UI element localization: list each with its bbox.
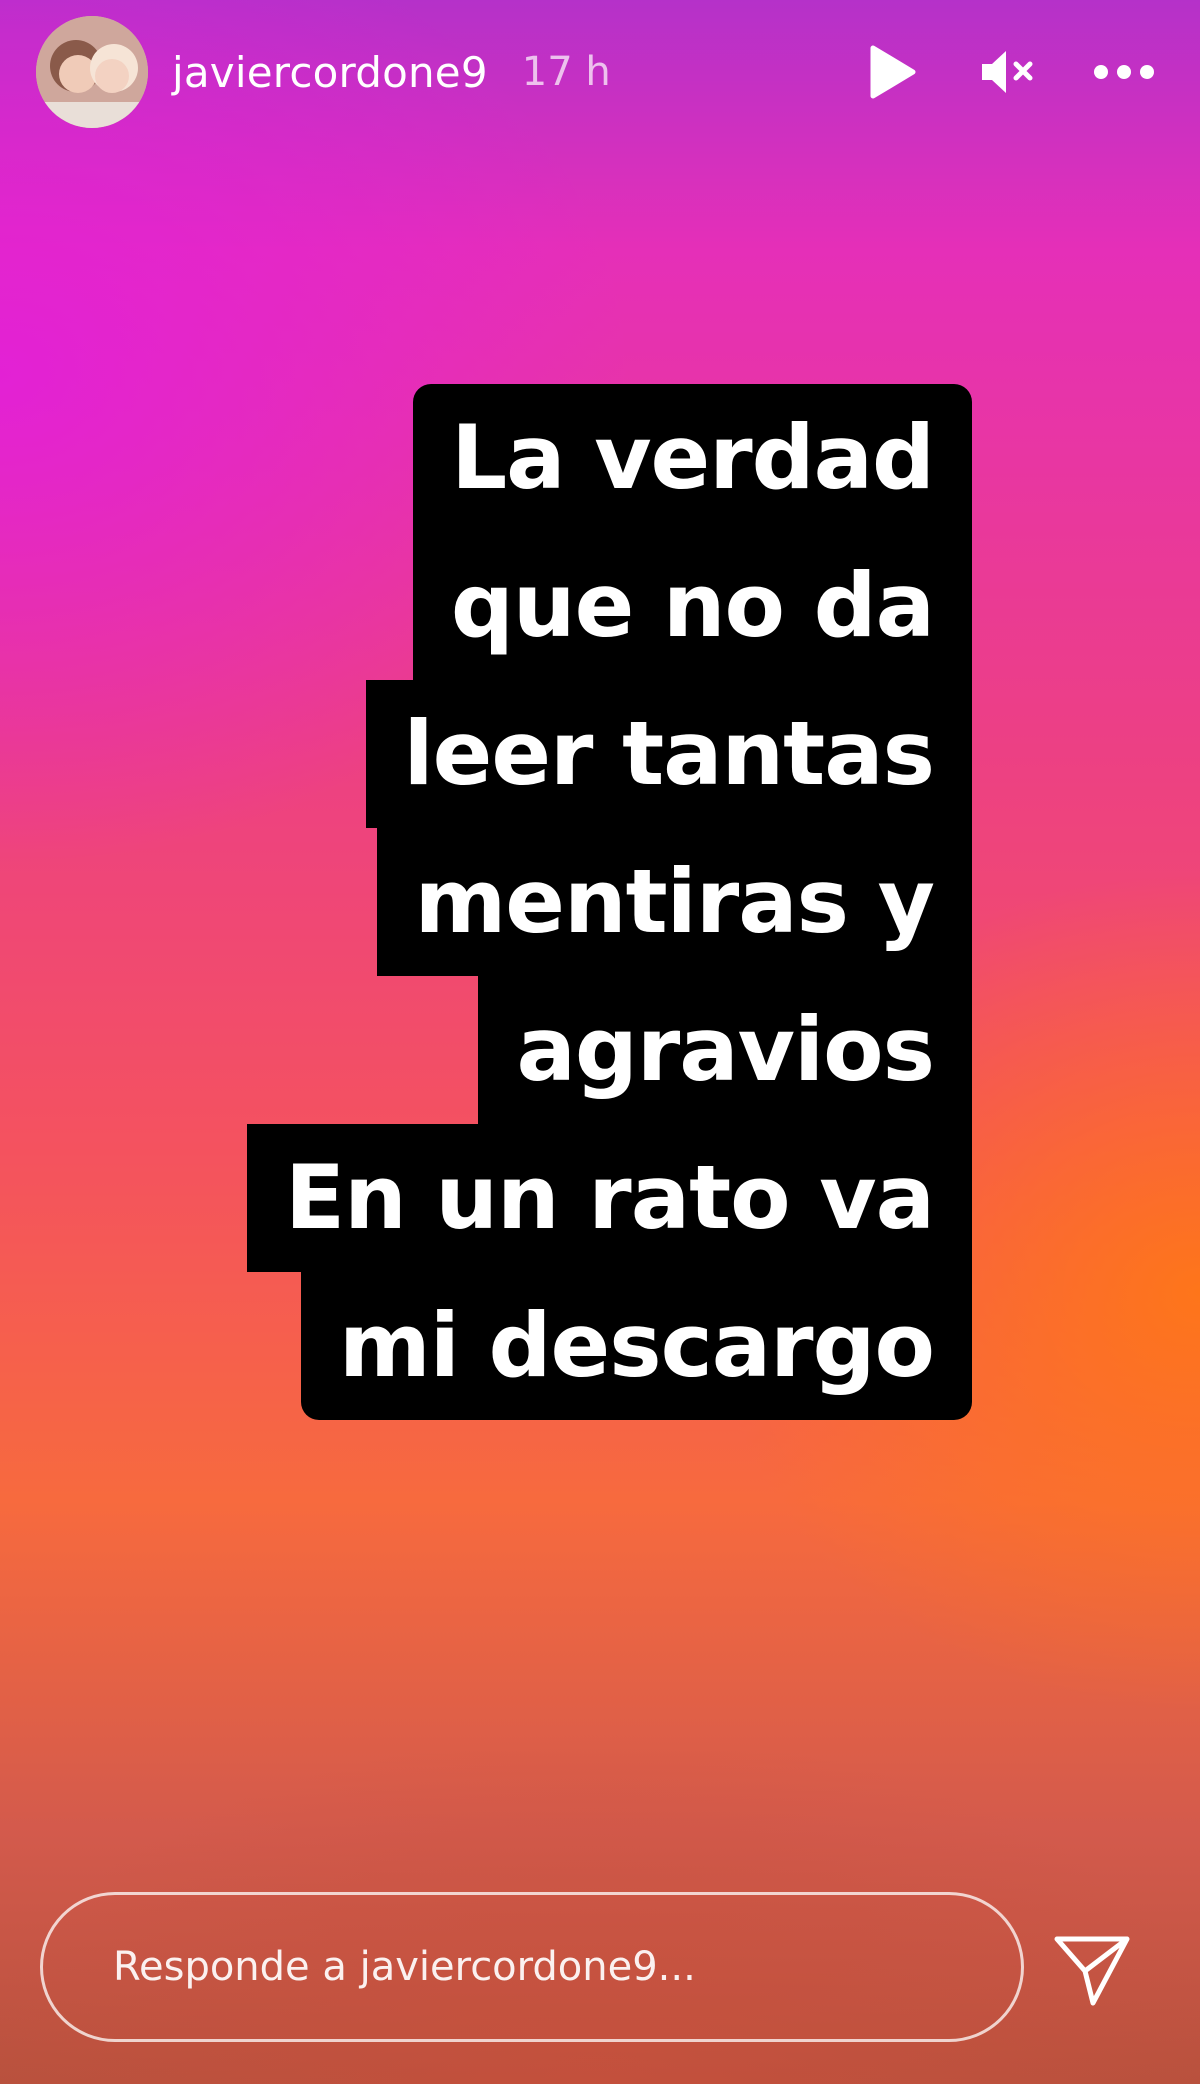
story-header: javiercordone9 17 h	[36, 14, 1164, 130]
reply-box[interactable]	[40, 1892, 1024, 2042]
story-text-line: En un rato va	[246, 1124, 972, 1272]
avatar-photo	[36, 16, 148, 128]
story-text-line: mentiras y	[376, 828, 972, 976]
story-text-line: leer tantas	[365, 680, 972, 828]
more-options-icon[interactable]	[1084, 32, 1164, 112]
speaker-muted-icon[interactable]	[968, 32, 1048, 112]
play-icon[interactable]	[852, 32, 932, 112]
story-text-line: que no da	[412, 532, 972, 680]
story-text-line: La verdad	[413, 384, 972, 532]
send-icon[interactable]	[1050, 1928, 1134, 2012]
story-text: La verdad que no da leer tantas mentiras…	[246, 384, 972, 1420]
story-controls	[852, 32, 1164, 112]
reply-input[interactable]	[111, 1943, 1021, 1991]
post-time: 17 h	[521, 49, 611, 95]
story-viewer: javiercordone9 17 h La verdad que no da …	[0, 0, 1200, 2084]
story-text-line: mi descargo	[301, 1272, 972, 1420]
username[interactable]: javiercordone9	[172, 48, 488, 97]
avatar[interactable]	[36, 16, 148, 128]
story-text-line: agravios	[478, 976, 972, 1124]
